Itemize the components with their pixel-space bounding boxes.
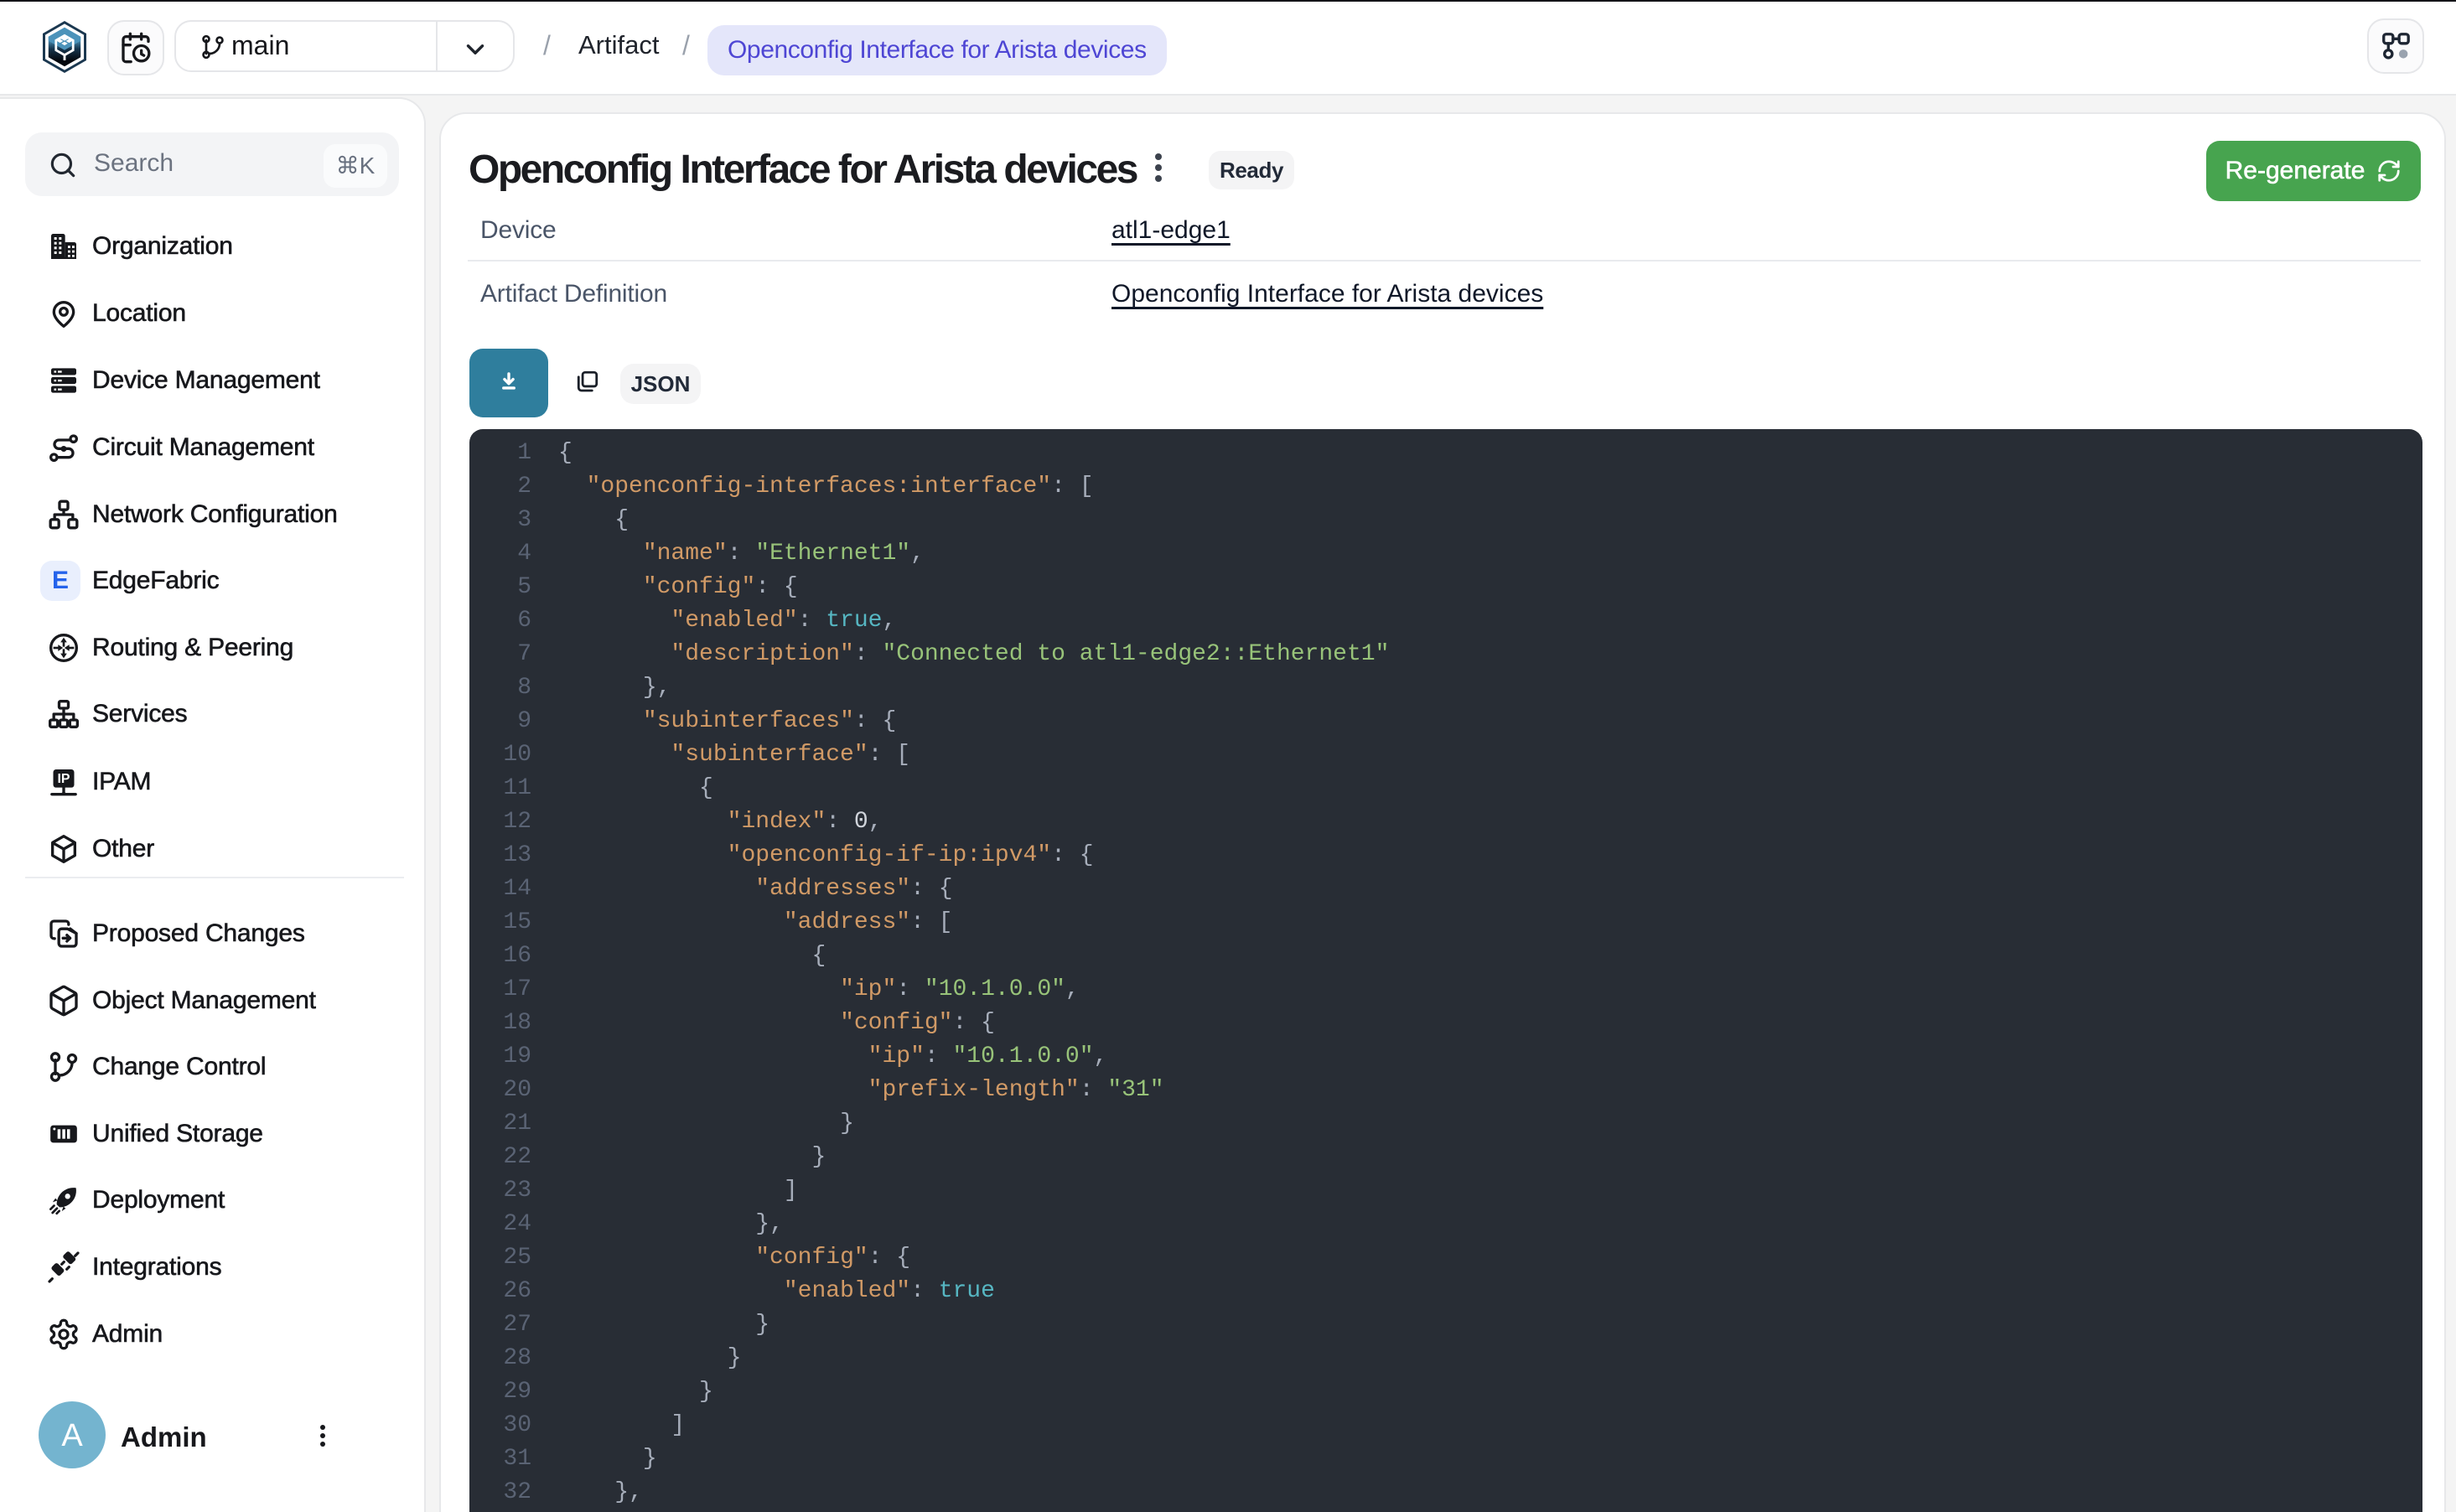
svg-text:IP: IP (58, 772, 70, 786)
